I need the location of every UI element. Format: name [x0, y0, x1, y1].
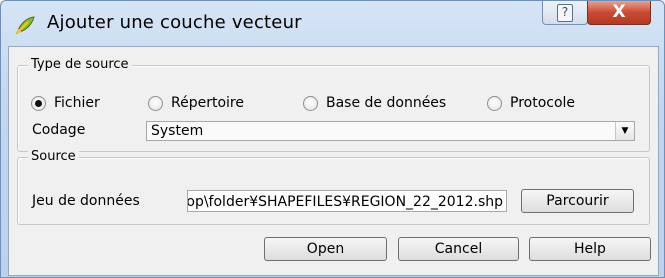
source-legend: Source [28, 149, 79, 165]
radio-file-indicator[interactable] [31, 95, 46, 111]
radio-file[interactable]: Fichier [31, 95, 100, 111]
help-button[interactable]: Help [529, 237, 651, 261]
dataset-path-input[interactable]: C:\Users\user\Desktop\folder¥SHAPEFILES¥… [187, 190, 507, 212]
radio-protocol[interactable]: Protocole [487, 95, 575, 111]
radio-protocol-indicator[interactable] [487, 95, 502, 111]
encoding-label: Codage [32, 122, 86, 138]
radio-database-label: Base de données [326, 95, 447, 111]
dataset-path-value: C:\Users\user\Desktop\folder¥SHAPEFILES¥… [187, 194, 503, 210]
encoding-select[interactable]: System ▼ [146, 121, 635, 141]
dialog-window: Ajouter une couche vecteur ? X Type de s… [0, 0, 665, 278]
radio-directory-indicator[interactable] [148, 95, 163, 111]
close-icon: X [612, 2, 626, 22]
radio-file-label: Fichier [54, 95, 100, 111]
window-title: Ajouter une couche vecteur [47, 12, 302, 33]
title-bar[interactable]: Ajouter une couche vecteur ? X [1, 1, 664, 47]
close-button[interactable]: X [587, 1, 651, 25]
encoding-value: System [151, 123, 204, 139]
question-mark-icon: ? [557, 4, 573, 22]
cancel-button[interactable]: Cancel [398, 237, 519, 261]
radio-database-indicator[interactable] [303, 95, 318, 111]
qgis-leaf-icon [16, 16, 35, 34]
chevron-down-icon[interactable]: ▼ [615, 122, 634, 140]
source-type-legend: Type de source [28, 57, 132, 73]
dialog-body: Type de source Fichier Répertoire Base d… [8, 46, 659, 276]
title-help-button[interactable]: ? [542, 1, 588, 25]
radio-directory[interactable]: Répertoire [148, 95, 244, 111]
open-button[interactable]: Open [264, 237, 387, 261]
radio-database[interactable]: Base de données [303, 95, 446, 111]
browse-button[interactable]: Parcourir [521, 189, 634, 213]
dataset-label: Jeu de données [32, 193, 140, 209]
radio-directory-label: Répertoire [171, 95, 244, 111]
radio-protocol-label: Protocole [510, 95, 576, 111]
